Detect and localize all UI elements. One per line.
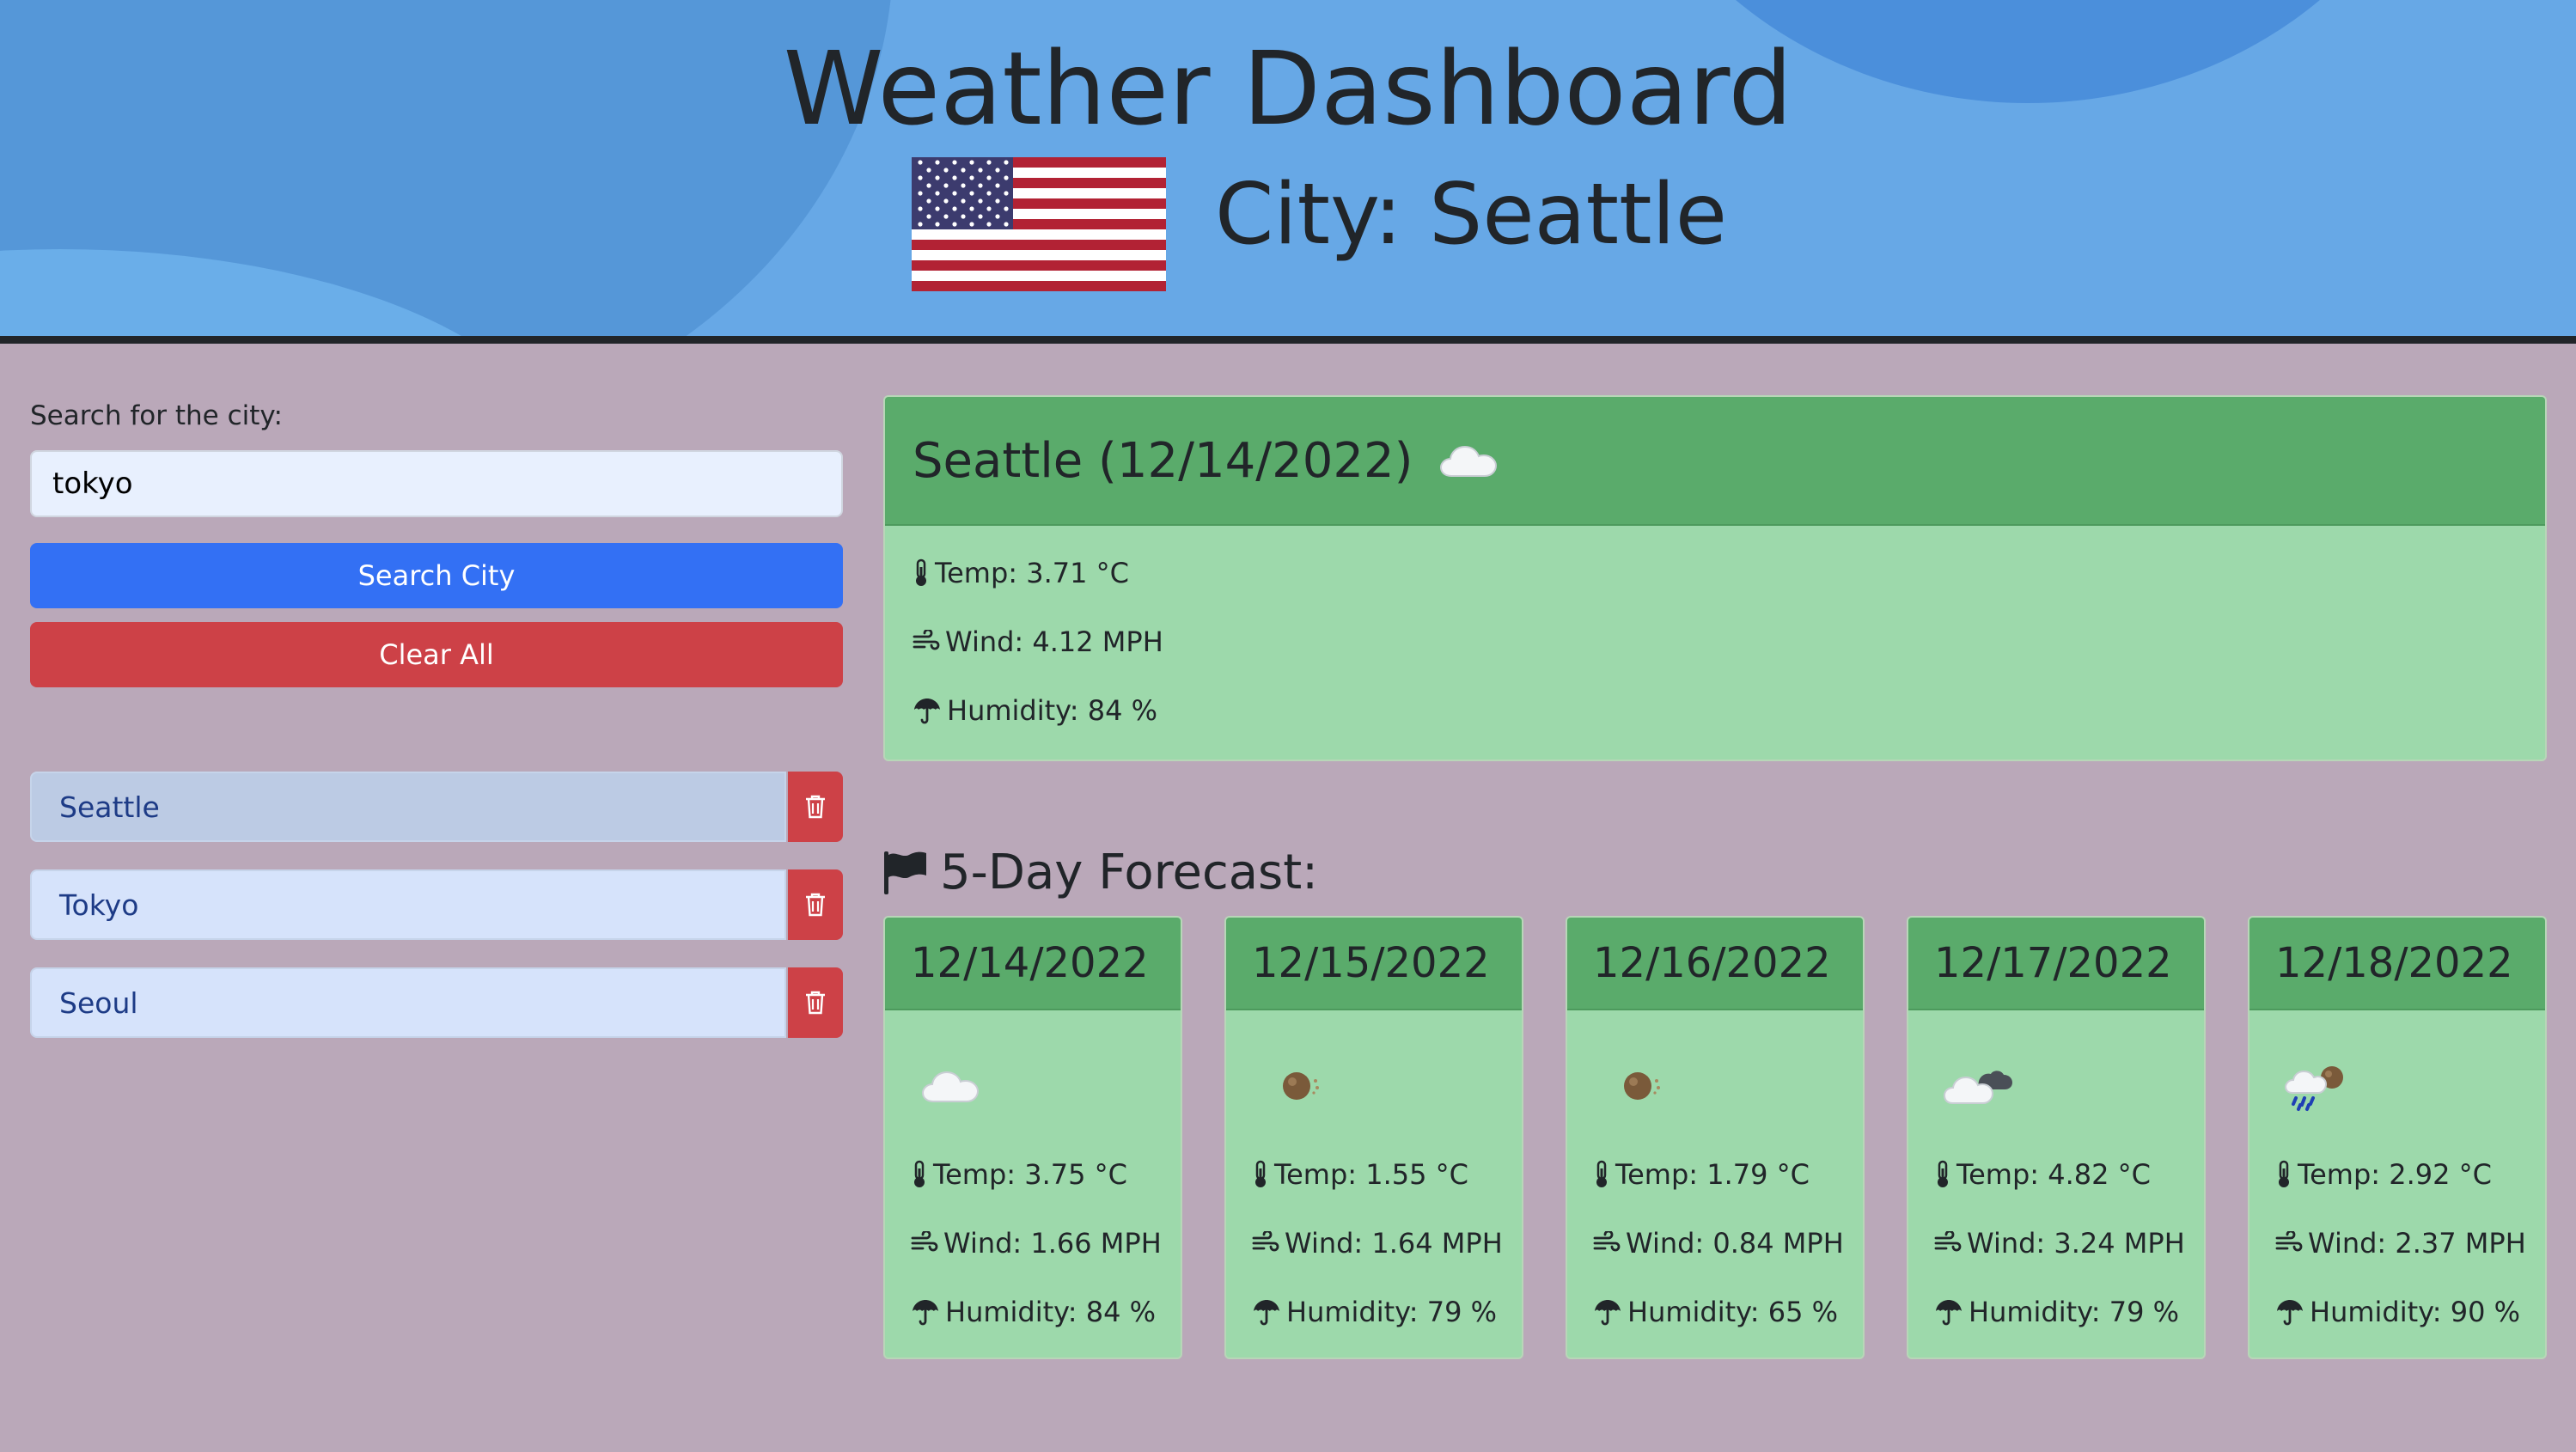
forecast-date: 12/16/2022 [1567,918,1863,1010]
humidity-row: Humidity: 65 % [1593,1296,1838,1328]
broken-clouds-icon [1943,1071,2012,1104]
forecast-wind: Wind: 2.37 MPH [2308,1227,2526,1260]
forecast-card: 12/17/2022 Temp: 4.82 °C Wind: 3.24 MPH … [1907,916,2206,1359]
current-temp: Temp: 3.71 °C [935,557,1129,589]
umbrella-icon [913,1300,938,1326]
temp-row: Temp: 1.79 °C [1593,1158,1810,1191]
flag-icon [884,851,926,894]
wind-row: Wind: 1.64 MPH [1252,1227,1503,1260]
trash-icon [806,795,825,819]
forecast-card: 12/15/2022 Temp: 1.55 °C Wind: 1.64 MPH … [1224,916,1523,1359]
forecast-card: 12/18/2022 Temp: 2.92 °C Wind: 2.37 MPH … [2248,916,2547,1359]
current-weather-header: Seattle (12/14/2022) [885,397,2545,526]
history-city-button[interactable]: Tokyo [30,869,786,940]
humidity-row: Humidity: 90 % [2275,1296,2520,1328]
delete-city-button[interactable] [788,772,843,842]
wind-row: Wind: 0.84 MPH [1593,1227,1844,1260]
history-city-button[interactable]: Seattle [30,772,786,842]
forecast-temp: Temp: 1.79 °C [1615,1158,1810,1191]
history-item: Seoul [30,967,843,1038]
thermometer-icon [914,1160,925,1187]
history-item: Tokyo [30,869,843,940]
umbrella-icon [1936,1300,1962,1326]
trash-icon [806,893,825,917]
humidity-row: Humidity: 84 % [911,1296,1156,1328]
forecast-humidity: Humidity: 79 % [1286,1296,1498,1328]
forecast-wind: Wind: 1.64 MPH [1285,1227,1503,1260]
wind-row: Wind: 2.37 MPH [2275,1227,2526,1260]
humidity-row: Humidity: 79 % [1252,1296,1497,1328]
temp-row: Temp: 1.55 °C [1252,1158,1468,1191]
us-flag-icon [912,157,1166,291]
forecast-wind: Wind: 1.66 MPH [943,1227,1162,1260]
thermometer-icon [1255,1160,1266,1187]
haze-icon [1283,1072,1319,1100]
clear-all-button[interactable]: Clear All [30,622,843,687]
thermometer-icon [916,558,926,586]
wind-icon [913,630,940,650]
forecast-title-text: 5-Day Forecast: [940,845,1319,900]
search-city-button[interactable]: Search City [30,543,843,608]
thermometer-icon [1596,1160,1607,1187]
cloud-icon [1439,445,1497,477]
haze-icon [1624,1072,1660,1100]
forecast-temp: Temp: 4.82 °C [1956,1158,2151,1191]
page-header: Weather Dashboard City: Seattle [0,0,2576,344]
current-weather-title: Seattle (12/14/2022) [913,432,1413,489]
temp-row: Temp: 3.71 °C [913,557,1129,589]
forecast-temp: Temp: 1.55 °C [1274,1158,1468,1191]
forecast-temp: Temp: 2.92 °C [2298,1158,2492,1191]
forecast-date: 12/17/2022 [1908,918,2204,1010]
delete-city-button[interactable] [788,967,843,1038]
history-city-button[interactable]: Seoul [30,967,786,1038]
current-city-heading: City: Seattle [1215,166,1728,264]
forecast-wind: Wind: 3.24 MPH [1967,1227,2185,1260]
cloud-icon [921,1071,980,1102]
rain-icon [2284,1066,2343,1111]
current-wind: Wind: 4.12 MPH [945,625,1163,658]
wind-row: Wind: 4.12 MPH [913,625,1163,658]
umbrella-icon [1254,1300,1279,1326]
temp-row: Temp: 3.75 °C [911,1158,1127,1191]
search-input[interactable] [30,450,843,517]
forecast-humidity: Humidity: 84 % [945,1296,1157,1328]
thermometer-icon [2279,1160,2289,1187]
forecast-date: 12/14/2022 [885,918,1181,1010]
forecast-humidity: Humidity: 79 % [1969,1296,2180,1328]
forecast-humidity: Humidity: 90 % [2310,1296,2521,1328]
wind-icon [1252,1231,1279,1252]
delete-city-button[interactable] [788,869,843,940]
forecast-card: 12/16/2022 Temp: 1.79 °C Wind: 0.84 MPH … [1566,916,1865,1359]
humidity-row: Humidity: 84 % [913,694,1157,727]
umbrella-icon [2277,1300,2303,1326]
forecast-date: 12/15/2022 [1226,918,1522,1010]
wind-row: Wind: 3.24 MPH [1934,1227,2185,1260]
wind-row: Wind: 1.66 MPH [911,1227,1162,1260]
forecast-wind: Wind: 0.84 MPH [1626,1227,1844,1260]
wind-icon [2275,1231,2303,1252]
search-label: Search for the city: [30,400,283,431]
temp-row: Temp: 2.92 °C [2275,1158,2492,1191]
forecast-temp: Temp: 3.75 °C [933,1158,1127,1191]
wind-icon [911,1231,938,1252]
page-title: Weather Dashboard [783,29,1793,148]
thermometer-icon [1938,1160,1948,1187]
wind-icon [1934,1231,1962,1252]
umbrella-icon [914,699,940,724]
humidity-row: Humidity: 79 % [1934,1296,2179,1328]
history-item: Seattle [30,772,843,842]
forecast-card: 12/14/2022 Temp: 3.75 °C Wind: 1.66 MPH … [883,916,1182,1359]
temp-row: Temp: 4.82 °C [1934,1158,2151,1191]
wind-icon [1593,1231,1621,1252]
forecast-date: 12/18/2022 [2249,918,2545,1010]
trash-icon [806,991,825,1015]
forecast-humidity: Humidity: 65 % [1627,1296,1839,1328]
current-weather-card: Seattle (12/14/2022) Temp: 3.71 °C Wind:… [883,395,2547,761]
umbrella-icon [1595,1300,1621,1326]
forecast-title: 5-Day Forecast: [882,839,1318,907]
current-humidity: Humidity: 84 % [947,694,1158,727]
